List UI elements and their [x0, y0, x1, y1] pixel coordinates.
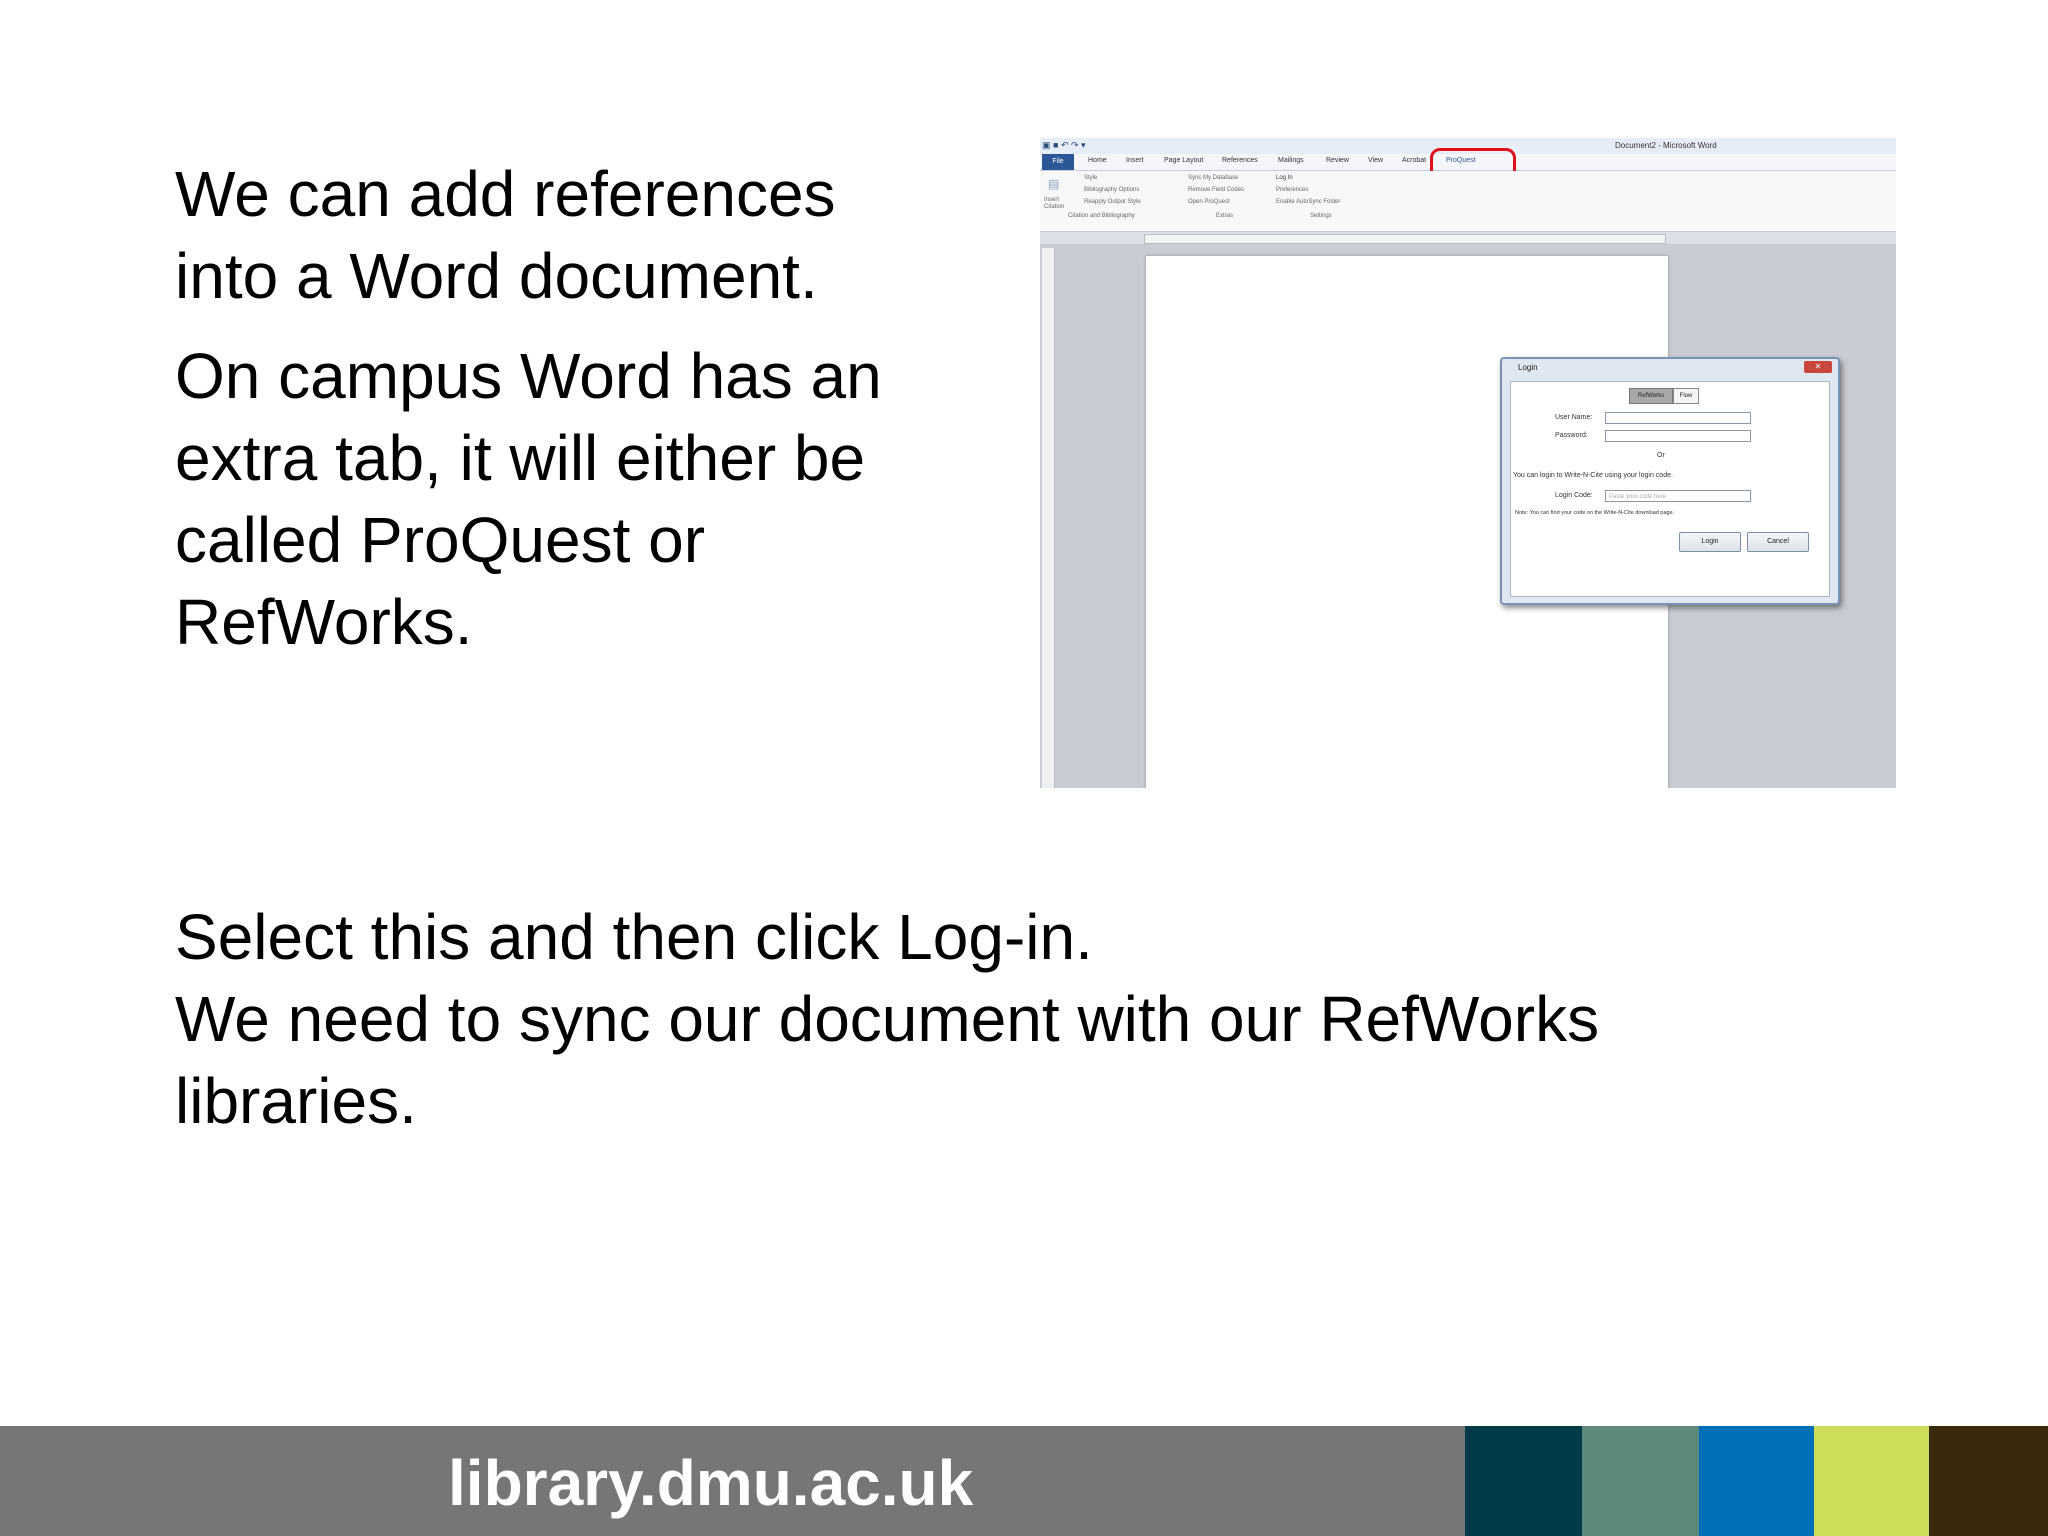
group-extras-label: Extras — [1216, 213, 1234, 219]
login-note: Note: You can find your code on the Writ… — [1515, 510, 1675, 516]
quick-access-icons: ▣ ■ ↶ ↷ ▾ — [1042, 140, 1086, 150]
tab-home[interactable]: Home — [1088, 157, 1107, 164]
color-swatch — [1814, 1426, 1929, 1536]
color-swatch — [1465, 1426, 1582, 1536]
tab-refworks[interactable]: RefWorks — [1629, 388, 1673, 404]
insert-citation-icon: ▤ — [1048, 177, 1060, 191]
login-code-input[interactable]: Paste your code here — [1605, 490, 1751, 502]
ribbon-bibliography-options[interactable]: Bibliography Options — [1084, 187, 1139, 193]
text-line: extra tab, it will either be — [175, 422, 866, 494]
login-code-label: Login Code: — [1555, 492, 1593, 499]
tab-review[interactable]: Review — [1326, 157, 1349, 164]
ribbon-remove-field-codes[interactable]: Remove Field Codes — [1188, 187, 1244, 193]
ribbon-style[interactable]: Style — [1084, 175, 1097, 181]
color-swatch — [1582, 1426, 1699, 1536]
tab-references[interactable]: References — [1222, 157, 1258, 164]
text-line: Select this and then click Log-in. — [175, 901, 1093, 973]
login-dialog: Login ✕ RefWorks Flow User Name: Passwor… — [1500, 357, 1840, 605]
password-input[interactable] — [1605, 430, 1751, 442]
text-line: We can add references — [175, 158, 836, 230]
tab-file[interactable]: File — [1042, 154, 1074, 170]
user-name-label: User Name: — [1555, 414, 1593, 421]
footer: library.dmu.ac.uk — [0, 1426, 2048, 1536]
dialog-title: Login — [1518, 363, 1538, 372]
ribbon-preferences[interactable]: Preferences — [1276, 187, 1308, 193]
instruction-paragraph: Select this and then click Log-in. We ne… — [175, 896, 1775, 1142]
ribbon-enable-autosync[interactable]: Enable AutoSync Folder — [1276, 199, 1340, 205]
tab-mailings[interactable]: Mailings — [1278, 157, 1304, 164]
text-line: called ProQuest or — [175, 504, 706, 576]
ribbon: ▤ Insert Citation Style Bibliography Opt… — [1040, 171, 1896, 232]
window-title: Document2 - Microsoft Word — [1615, 141, 1717, 150]
login-code-info: You can login to Write-N-Cite using your… — [1513, 472, 1673, 479]
tab-acrobat[interactable]: Acrobat — [1402, 157, 1426, 164]
color-swatch — [1699, 1426, 1814, 1536]
password-label: Password: — [1555, 432, 1588, 439]
campus-paragraph: On campus Word has an extra tab, it will… — [175, 335, 975, 663]
word-screenshot: ▣ ■ ↶ ↷ ▾ Document2 - Microsoft Word Fil… — [1040, 138, 1896, 788]
group-citation-label: Citation and Bibliography — [1068, 213, 1135, 219]
or-label: Or — [1657, 452, 1665, 459]
vertical-ruler — [1042, 248, 1055, 788]
footer-bar: library.dmu.ac.uk — [0, 1426, 1465, 1536]
dialog-body: RefWorks Flow User Name: Password: Or Yo… — [1510, 381, 1830, 597]
horizontal-ruler — [1144, 234, 1666, 244]
group-settings-label: Settings — [1310, 213, 1332, 219]
text-line: libraries. — [175, 1065, 417, 1137]
ribbon-open-proquest[interactable]: Open ProQuest — [1188, 199, 1230, 205]
ribbon-tabs: File Home Insert Page Layout References … — [1040, 148, 1896, 218]
tab-view[interactable]: View — [1368, 157, 1383, 164]
cancel-button[interactable]: Cancel — [1747, 532, 1809, 552]
insert-citation-button[interactable]: Insert Citation — [1044, 197, 1078, 211]
text-line: On campus Word has an — [175, 340, 882, 412]
text-line: We need to sync our document with our Re… — [175, 983, 1600, 1055]
color-swatch — [1929, 1426, 2048, 1536]
tab-flow[interactable]: Flow — [1673, 388, 1699, 404]
tab-page-layout[interactable]: Page Layout — [1164, 157, 1203, 164]
user-name-input[interactable] — [1605, 412, 1751, 424]
login-button[interactable]: Login — [1679, 532, 1741, 552]
ribbon-reapply-style[interactable]: Reapply Output Style — [1084, 199, 1141, 205]
intro-paragraph: We can add references into a Word docume… — [175, 153, 975, 317]
ribbon-log-in[interactable]: Log In — [1276, 175, 1293, 181]
text-line: into a Word document. — [175, 240, 818, 312]
ribbon-sync-database[interactable]: Sync My Database — [1188, 175, 1238, 181]
text-line: RefWorks. — [175, 586, 473, 658]
footer-url: library.dmu.ac.uk — [448, 1447, 974, 1519]
tab-insert[interactable]: Insert — [1126, 157, 1144, 164]
close-icon[interactable]: ✕ — [1804, 361, 1832, 373]
